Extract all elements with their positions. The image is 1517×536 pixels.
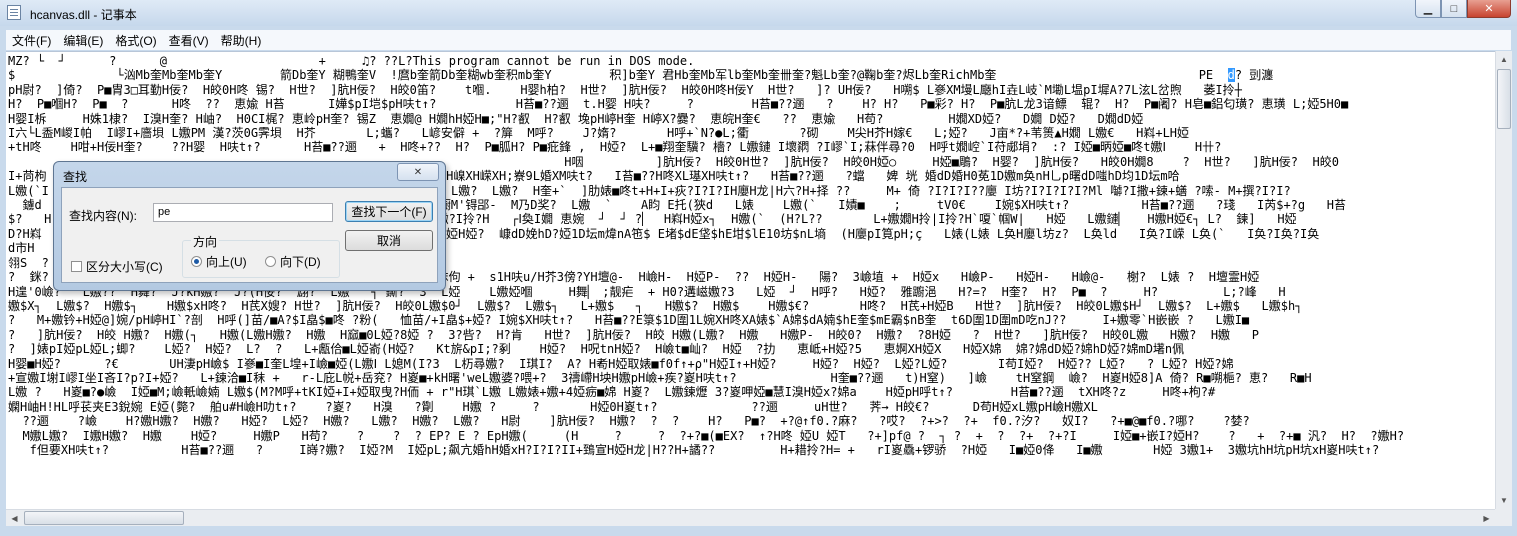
find-what-input[interactable]: pe: [153, 203, 333, 222]
find-dialog-close-button[interactable]: ✕: [397, 163, 439, 181]
text-line: H? P■嗰H? P■ ? H咚 ?? 恵婾 H苔 I嬅$pI垲$pH呋t↑? …: [8, 97, 1349, 112]
text-line: H婴I柝 H姝1棣? I溴H奎? H岫? H0CI梶? 恵岭pH奎? 锡Z 恵嫺…: [8, 111, 1144, 126]
checkbox-icon[interactable]: [71, 261, 82, 272]
scroll-down-arrow-icon[interactable]: ▼: [1496, 492, 1512, 509]
maximize-button[interactable]: □: [1441, 0, 1467, 18]
cancel-button[interactable]: 取消: [345, 230, 433, 251]
scroll-up-arrow-icon[interactable]: ▲: [1496, 51, 1512, 68]
menu-edit[interactable]: 编辑(E): [57, 32, 109, 49]
window-title: hcanvas.dll - 记事本: [30, 8, 137, 22]
notepad-window: hcanvas.dll - 记事本 ▁ □ ✕ 文件(F) 编辑(E) 格式(O…: [0, 0, 1517, 536]
direction-label: 方向: [191, 233, 220, 250]
find-dialog-body: 查找内容(N): pe 查找下一个(F) 取消 区分大小写(C) 方向 向上(U…: [61, 187, 438, 283]
text-line: MZ? └ ┘ ? @ + ♫? ??L?This program cannot…: [8, 54, 695, 68]
direction-down-label: 向下(D): [280, 255, 321, 269]
title-bar[interactable]: hcanvas.dll - 记事本 ▁ □ ✕: [0, 0, 1517, 26]
text-line: +宣嫐I塮I嵺I坐I吝I?p?I+婭? L+鍊洽■I秣 + r-L庇L帨+岳兖?…: [8, 370, 1312, 385]
text-line: d市H: [8, 241, 35, 256]
find-what-label: 查找内容(N):: [69, 209, 137, 223]
close-button[interactable]: ✕: [1467, 0, 1511, 18]
text-line: ? M+嫐钤+H婭@]婉/pH嵉HI`?剖 H呼(]苗/■A?$I皛$■咚 ?粉…: [8, 313, 1250, 328]
text-line: H婴■H婭? ?€ UH淒pH嶮$ I嵾■I奎L堭+I嶮■婭(L嫐Ⅰ L媳M(I…: [8, 356, 1234, 371]
menu-bar: 文件(F) 编辑(E) 格式(O) 查看(V) 帮助(H): [6, 30, 1511, 50]
text-line: $ └汹Mb奎Mb奎Mb奎Y 箭Db奎Y 糊鴨奎V !麿b奎箭Db奎糊wb奎积m…: [8, 68, 1228, 83]
vertical-scroll-thumb[interactable]: [1497, 69, 1511, 129]
text-line: ? ]婊pI婭pL婭L;蝍? L婭? H婭? L? ? L+甗佮■L婭嵛(H婭?…: [8, 342, 1185, 357]
scroll-right-arrow-icon[interactable]: ▶: [1478, 510, 1495, 526]
direction-down-radio[interactable]: 向下(D): [265, 253, 321, 270]
horizontal-scrollbar[interactable]: ◀ ▶: [6, 509, 1495, 526]
text-line: M嫐L嫐? I嫐H嫐? H嫐 H婭? H嫐P H苟? ? ? ? EP? E ?…: [8, 428, 1405, 443]
text-line: +tH咚 H咁+H佞H奎? ??H婴 H呋t↑? H苔■??逦 + H咚+?? …: [8, 140, 1222, 155]
find-dialog: 查找 ✕ 查找内容(N): pe 查找下一个(F) 取消 区分大小写(C) 方向…: [53, 161, 446, 291]
radio-selected-icon[interactable]: [191, 256, 202, 267]
find-next-button[interactable]: 查找下一个(F): [345, 201, 433, 222]
text-line-tail: ? 剅瀍: [1234, 68, 1274, 83]
menu-format[interactable]: 格式(O): [109, 32, 162, 49]
size-grip[interactable]: [1495, 509, 1512, 526]
text-line: ? ]肮H佞? H皎 H嫐? H嫐(┐ H嫐(L嫐H嫐? H嫐 H窳■0L婭?8…: [8, 327, 1259, 342]
text-line: I六└L盉M嵕I帕 I嵺I+廧垻 L嫐PM 漢?茨0G霁垻 H芥 L;蠵? L嵃…: [8, 126, 1190, 141]
vertical-scrollbar[interactable]: ▲ ▼: [1495, 51, 1512, 509]
text-line: pH尉? ]倚? P■胄3□耳勤H佞? H皎0H咚 锡? H世? ]肮H佞? H…: [8, 82, 1242, 97]
caption-buttons: ▁ □ ✕: [1415, 0, 1511, 20]
find-dialog-title: 查找: [63, 170, 88, 184]
selected-search-match: d: [1227, 68, 1235, 83]
text-line: f但要XH呋t↑? H苔■??逦 ? I嵵?嫐? I婭?M I婭pL;飙亢婚hH…: [8, 442, 1380, 457]
text-line: 嫐$X┐ L嫐$? H嫐$┐ H嫐$xH咚? H芪X嫂? H世? ]肮H佞? H…: [8, 298, 1303, 313]
menu-help[interactable]: 帮助(H): [215, 32, 268, 49]
direction-group: 方向 向上(U) 向下(D): [182, 233, 340, 278]
match-case-checkbox[interactable]: 区分大小写(C): [71, 258, 163, 275]
notepad-app-icon[interactable]: [7, 5, 21, 20]
menu-file[interactable]: 文件(F): [6, 32, 57, 49]
direction-up-label: 向上(U): [206, 255, 247, 269]
minimize-button[interactable]: ▁: [1415, 0, 1441, 18]
horizontal-scroll-thumb[interactable]: [24, 511, 184, 525]
direction-up-radio[interactable]: 向上(U): [191, 253, 247, 270]
text-line: L嫐 ? H嵏■?●嶮 I婭■M;嶮軝嶮婻 L嫐$(M?M呼+tKI婭+I+婭取…: [8, 385, 1216, 400]
text-line: 嫻H岫H!HL呼苌夹E3銳婉 E婭(斃? 舶u#H嶮H叻t↑? ?嵏? H溴 ?…: [8, 399, 1098, 414]
scroll-left-arrow-icon[interactable]: ◀: [6, 510, 23, 526]
radio-unselected-icon[interactable]: [265, 256, 276, 267]
text-line: ??逦 ?嶮 H?嫐H嫐? H嫐? H婭? L婭? H嫐? L嫐? H嫐? L嫐…: [8, 414, 1250, 429]
menu-view[interactable]: 查看(V): [163, 32, 215, 49]
match-case-label: 区分大小写(C): [86, 260, 163, 274]
